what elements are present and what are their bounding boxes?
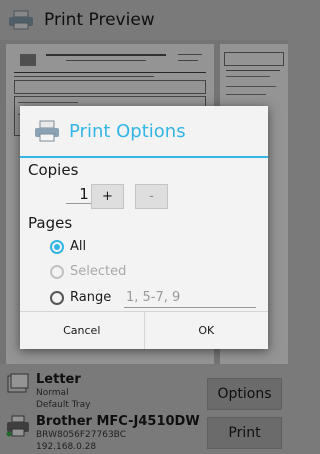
- copies-label: Copies: [28, 161, 79, 179]
- radio-range-label: Range: [70, 290, 112, 305]
- radio-all-label: All: [70, 239, 87, 254]
- cancel-button[interactable]: Cancel: [20, 312, 145, 349]
- print-options-dialog: Print Options Copies 1 + - Pages All Sel…: [20, 106, 268, 349]
- pages-label: Pages: [28, 214, 73, 232]
- page-range-input[interactable]: [124, 288, 256, 308]
- radio-range[interactable]: [50, 290, 64, 305]
- radio-selected: [50, 264, 64, 279]
- radio-selected-label: Selected: [70, 264, 127, 279]
- ok-button[interactable]: OK: [145, 312, 269, 349]
- dialog-footer: Cancel OK: [20, 311, 268, 349]
- pages-selected-option: Selected: [50, 264, 126, 279]
- printer-icon: [35, 120, 59, 142]
- decrement-copies-button[interactable]: -: [135, 184, 168, 209]
- increment-copies-button[interactable]: +: [91, 184, 124, 209]
- pages-range-option[interactable]: Range: [50, 290, 111, 305]
- radio-all[interactable]: [50, 239, 64, 254]
- dialog-title: Print Options: [69, 120, 186, 142]
- pages-all-option[interactable]: All: [50, 239, 86, 254]
- dialog-header: Print Options: [20, 106, 268, 158]
